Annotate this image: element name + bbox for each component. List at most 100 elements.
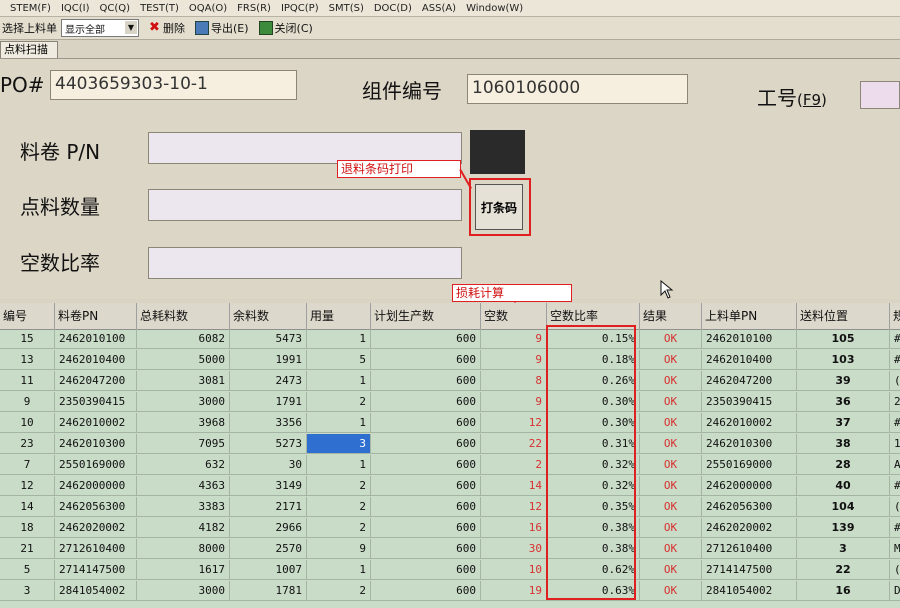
table-row[interactable]: 7 2550169000 632 30 1 600 2 0.32% OK 2550169000 28… [0, 455, 900, 475]
table-cell[interactable]: ( [890, 560, 900, 580]
table-cell[interactable]: 22 [481, 434, 547, 454]
table-cell[interactable]: 3 [0, 581, 55, 601]
table-row[interactable]: 15 2462010100 6082 5473 1 600 9 0.15% OK 24620101… [0, 329, 900, 349]
column-header[interactable]: 送料位置 [797, 303, 890, 329]
table-cell[interactable]: 2712610400 [55, 539, 137, 559]
column-header[interactable]: 总耗料数 [137, 303, 230, 329]
table-cell[interactable]: 2462047200 [55, 371, 137, 391]
table-cell[interactable]: 23 [0, 434, 55, 454]
table-cell[interactable]: 600 [371, 476, 481, 496]
table-cell[interactable]: 9 [481, 329, 547, 349]
column-header[interactable]: 计划生产数 [371, 303, 481, 329]
table-cell[interactable]: 1991 [230, 350, 307, 370]
table-cell[interactable]: 600 [371, 455, 481, 475]
table-cell[interactable]: OK [640, 434, 702, 454]
table-cell[interactable]: OK [640, 329, 702, 349]
table-cell[interactable]: 2 [890, 392, 900, 412]
table-cell[interactable]: M [890, 539, 900, 559]
table-cell[interactable]: 600 [371, 539, 481, 559]
table-cell[interactable]: 2550169000 [55, 455, 137, 475]
table-cell[interactable]: 9 [0, 392, 55, 412]
table-cell[interactable]: # [890, 476, 900, 496]
table-cell[interactable]: 2473 [230, 371, 307, 391]
table-cell[interactable]: 12 [481, 497, 547, 517]
table-cell[interactable]: 2462010400 [55, 350, 137, 370]
table-cell[interactable]: 2 [307, 476, 371, 496]
table-cell[interactable]: 4182 [137, 518, 230, 538]
table-row[interactable]: 11 2462047200 3081 2473 1 600 8 0.26% OK 24620472… [0, 371, 900, 391]
table-cell[interactable]: 1 [307, 413, 371, 433]
table-row[interactable]: 5 2714147500 1617 1007 1 600 10 0.62% OK 27141475… [0, 560, 900, 580]
table-cell[interactable]: 2 [307, 518, 371, 538]
table-cell[interactable]: 105 [797, 329, 890, 349]
table-cell[interactable]: 2550169000 [702, 455, 797, 475]
table-cell[interactable]: 139 [797, 518, 890, 538]
table-cell[interactable]: 11 [0, 371, 55, 391]
table-cell[interactable]: 2462056300 [55, 497, 137, 517]
table-cell[interactable]: 600 [371, 560, 481, 580]
column-header[interactable]: 料卷PN [55, 303, 137, 329]
table-cell[interactable]: 1007 [230, 560, 307, 580]
table-cell[interactable]: 2841054002 [55, 581, 137, 601]
table-cell[interactable]: 2966 [230, 518, 307, 538]
column-header[interactable]: 规 [890, 303, 900, 329]
table-cell[interactable]: OK [640, 413, 702, 433]
table-cell[interactable]: 2462010100 [702, 329, 797, 349]
menu-item[interactable]: IPQC(P) [281, 3, 319, 14]
table-cell[interactable]: 1 [307, 329, 371, 349]
table-cell[interactable]: 5 [307, 350, 371, 370]
menu-item[interactable]: Window(W) [466, 3, 523, 14]
table-cell[interactable]: OK [640, 455, 702, 475]
table-cell[interactable]: 3081 [137, 371, 230, 391]
table-cell[interactable]: 103 [797, 350, 890, 370]
table-row[interactable]: 12 2462000000 4363 3149 2 600 14 0.32% OK 2462000… [0, 476, 900, 496]
table-cell[interactable]: 2570 [230, 539, 307, 559]
table-cell[interactable]: 9 [307, 539, 371, 559]
table-cell[interactable]: 2462010400 [702, 350, 797, 370]
table-cell[interactable]: 3383 [137, 497, 230, 517]
table-cell[interactable]: 19 [481, 581, 547, 601]
table-cell[interactable]: 2350390415 [55, 392, 137, 412]
table-cell[interactable]: 600 [371, 581, 481, 601]
table-cell[interactable]: 5473 [230, 329, 307, 349]
column-header[interactable]: 上料单PN [702, 303, 797, 329]
table-cell[interactable]: OK [640, 518, 702, 538]
column-header[interactable]: 余料数 [230, 303, 307, 329]
table-cell[interactable]: OK [640, 476, 702, 496]
delete-button[interactable]: ✖ 删除 [149, 20, 185, 36]
table-cell[interactable]: 4363 [137, 476, 230, 496]
table-cell[interactable]: 3 [307, 434, 371, 454]
table-cell[interactable]: 12 [0, 476, 55, 496]
table-row[interactable]: 10 2462010002 3968 3356 1 600 12 0.30% OK 2462010… [0, 413, 900, 433]
table-cell[interactable]: 3149 [230, 476, 307, 496]
column-header[interactable]: 结果 [640, 303, 702, 329]
table-cell[interactable]: OK [640, 371, 702, 391]
table-cell[interactable]: # [890, 350, 900, 370]
table-cell[interactable]: 2 [307, 581, 371, 601]
table-cell[interactable]: 2 [307, 497, 371, 517]
close-button[interactable]: 关闭(C) [258, 20, 313, 36]
column-header[interactable]: 空数 [481, 303, 547, 329]
table-cell[interactable]: 1617 [137, 560, 230, 580]
table-cell[interactable]: 5273 [230, 434, 307, 454]
table-cell[interactable]: 3000 [137, 581, 230, 601]
table-cell[interactable]: 3356 [230, 413, 307, 433]
table-cell[interactable]: 2 [481, 455, 547, 475]
table-cell[interactable]: 600 [371, 392, 481, 412]
table-cell[interactable]: 600 [371, 413, 481, 433]
table-cell[interactable]: 3000 [137, 392, 230, 412]
table-row[interactable]: 9 2350390415 3000 1791 2 600 9 0.30% OK 235039041… [0, 392, 900, 412]
table-cell[interactable]: 2462020002 [55, 518, 137, 538]
table-cell[interactable]: D [890, 581, 900, 601]
table-cell[interactable]: 38 [797, 434, 890, 454]
ratio-input[interactable] [148, 247, 462, 279]
table-cell[interactable]: OK [640, 350, 702, 370]
table-cell[interactable]: 600 [371, 329, 481, 349]
worker-input[interactable] [860, 81, 900, 109]
table-cell[interactable]: 1781 [230, 581, 307, 601]
table-cell[interactable]: 1 [890, 434, 900, 454]
column-header[interactable]: 编号 [0, 303, 55, 329]
table-row[interactable]: 18 2462020002 4182 2966 2 600 16 0.38% OK 2462020… [0, 518, 900, 538]
table-cell[interactable]: 12 [481, 413, 547, 433]
table-row[interactable]: 23 2462010300 7095 5273 3 600 22 0.31% OK 2462010… [0, 434, 900, 454]
